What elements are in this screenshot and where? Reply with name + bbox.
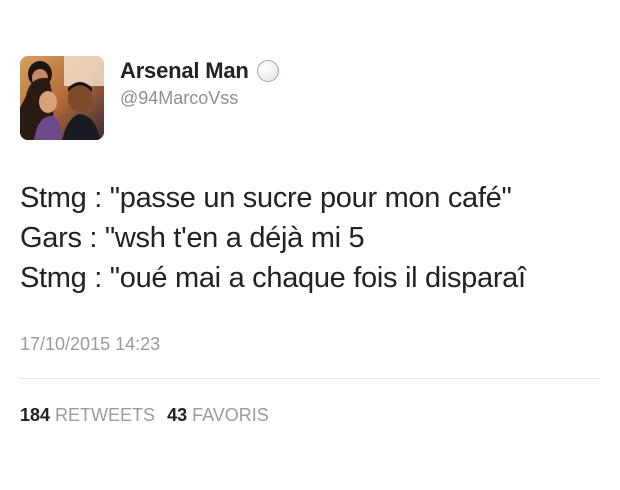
favoris-label[interactable]: FAVORIS <box>192 405 269 426</box>
retweets-count[interactable]: 184 <box>20 405 50 426</box>
divider <box>20 378 600 379</box>
tweet-line: Stmg : "oué mai a chaque fois il dispara… <box>20 262 526 294</box>
tweet-text: Stmg : "passe un sucre pour mon café" Ga… <box>20 178 610 298</box>
user-handle[interactable]: @94MarcoVss <box>120 88 238 109</box>
retweets-label[interactable]: RETWEETS <box>55 405 155 426</box>
favoris-count[interactable]: 43 <box>167 405 187 426</box>
display-name[interactable]: Arsenal Man <box>120 58 249 84</box>
circle-badge-icon <box>256 60 279 82</box>
tweet-line: Stmg : "passe un sucre pour mon café" <box>20 182 512 214</box>
profile-photo <box>20 56 104 140</box>
tweet-line: Gars : "wsh t'en a déjà mi 5 <box>20 222 365 254</box>
avatar[interactable] <box>20 56 104 140</box>
tweet-timestamp[interactable]: 17/10/2015 14:23 <box>20 334 160 355</box>
tweet-stats: 184 RETWEETS 43 FAVORIS <box>20 405 269 426</box>
display-name-row: Arsenal Man <box>120 56 279 86</box>
tweet-card: Arsenal Man @94MarcoVss Stmg : "passe un… <box>0 0 620 490</box>
